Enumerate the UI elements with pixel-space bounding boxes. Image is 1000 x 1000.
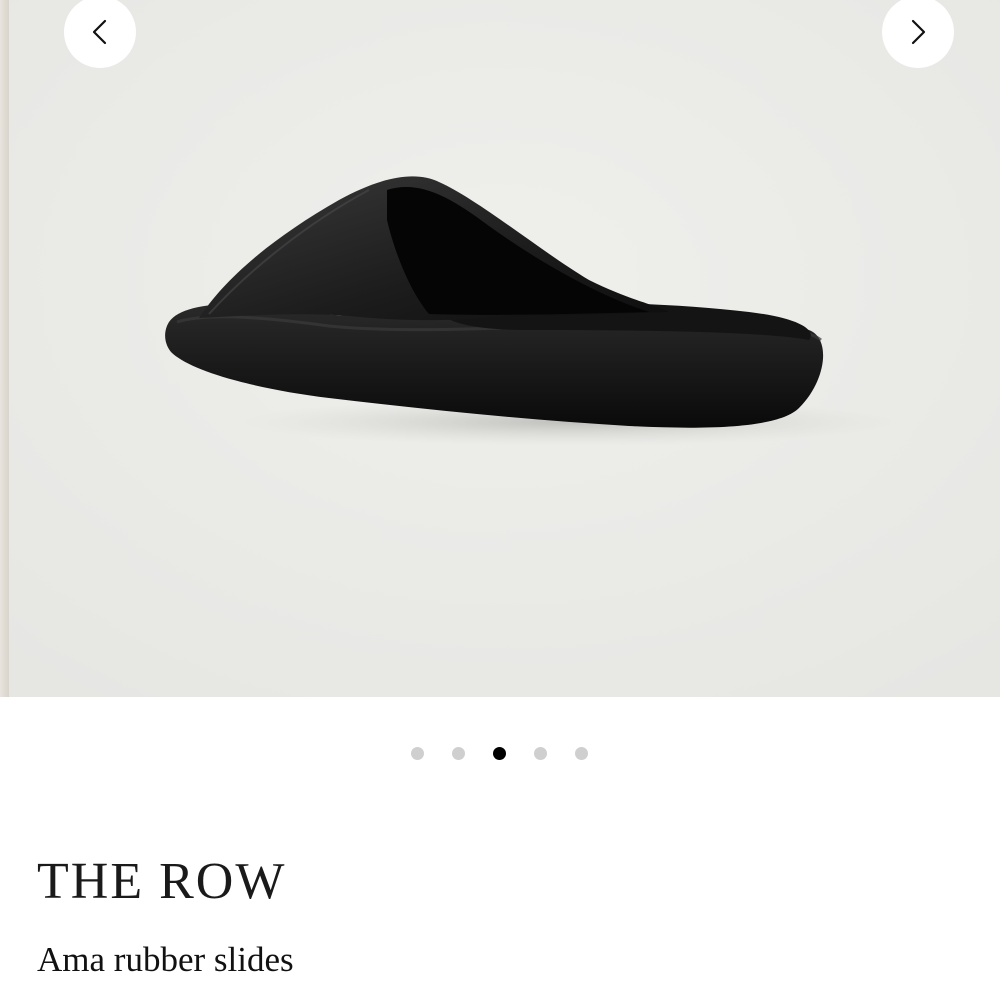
- chevron-right-icon: [911, 19, 926, 45]
- brand-name[interactable]: THE ROW: [37, 852, 286, 912]
- pagination-dot-3-active[interactable]: [493, 747, 506, 760]
- pagination-dot-2[interactable]: [452, 747, 465, 760]
- product-name: Ama rubber slides: [37, 940, 294, 979]
- pagination-dot-5[interactable]: [575, 747, 588, 760]
- gallery-pagination: [0, 747, 1000, 761]
- product-page: THE ROW Ama rubber slides: [0, 0, 1000, 1000]
- product-image: [9, 0, 1000, 697]
- product-image-gallery[interactable]: [9, 0, 1000, 697]
- pagination-dot-4[interactable]: [534, 747, 547, 760]
- chevron-left-icon: [92, 19, 107, 45]
- previous-image-peek: [0, 0, 9, 697]
- pagination-dot-1[interactable]: [411, 747, 424, 760]
